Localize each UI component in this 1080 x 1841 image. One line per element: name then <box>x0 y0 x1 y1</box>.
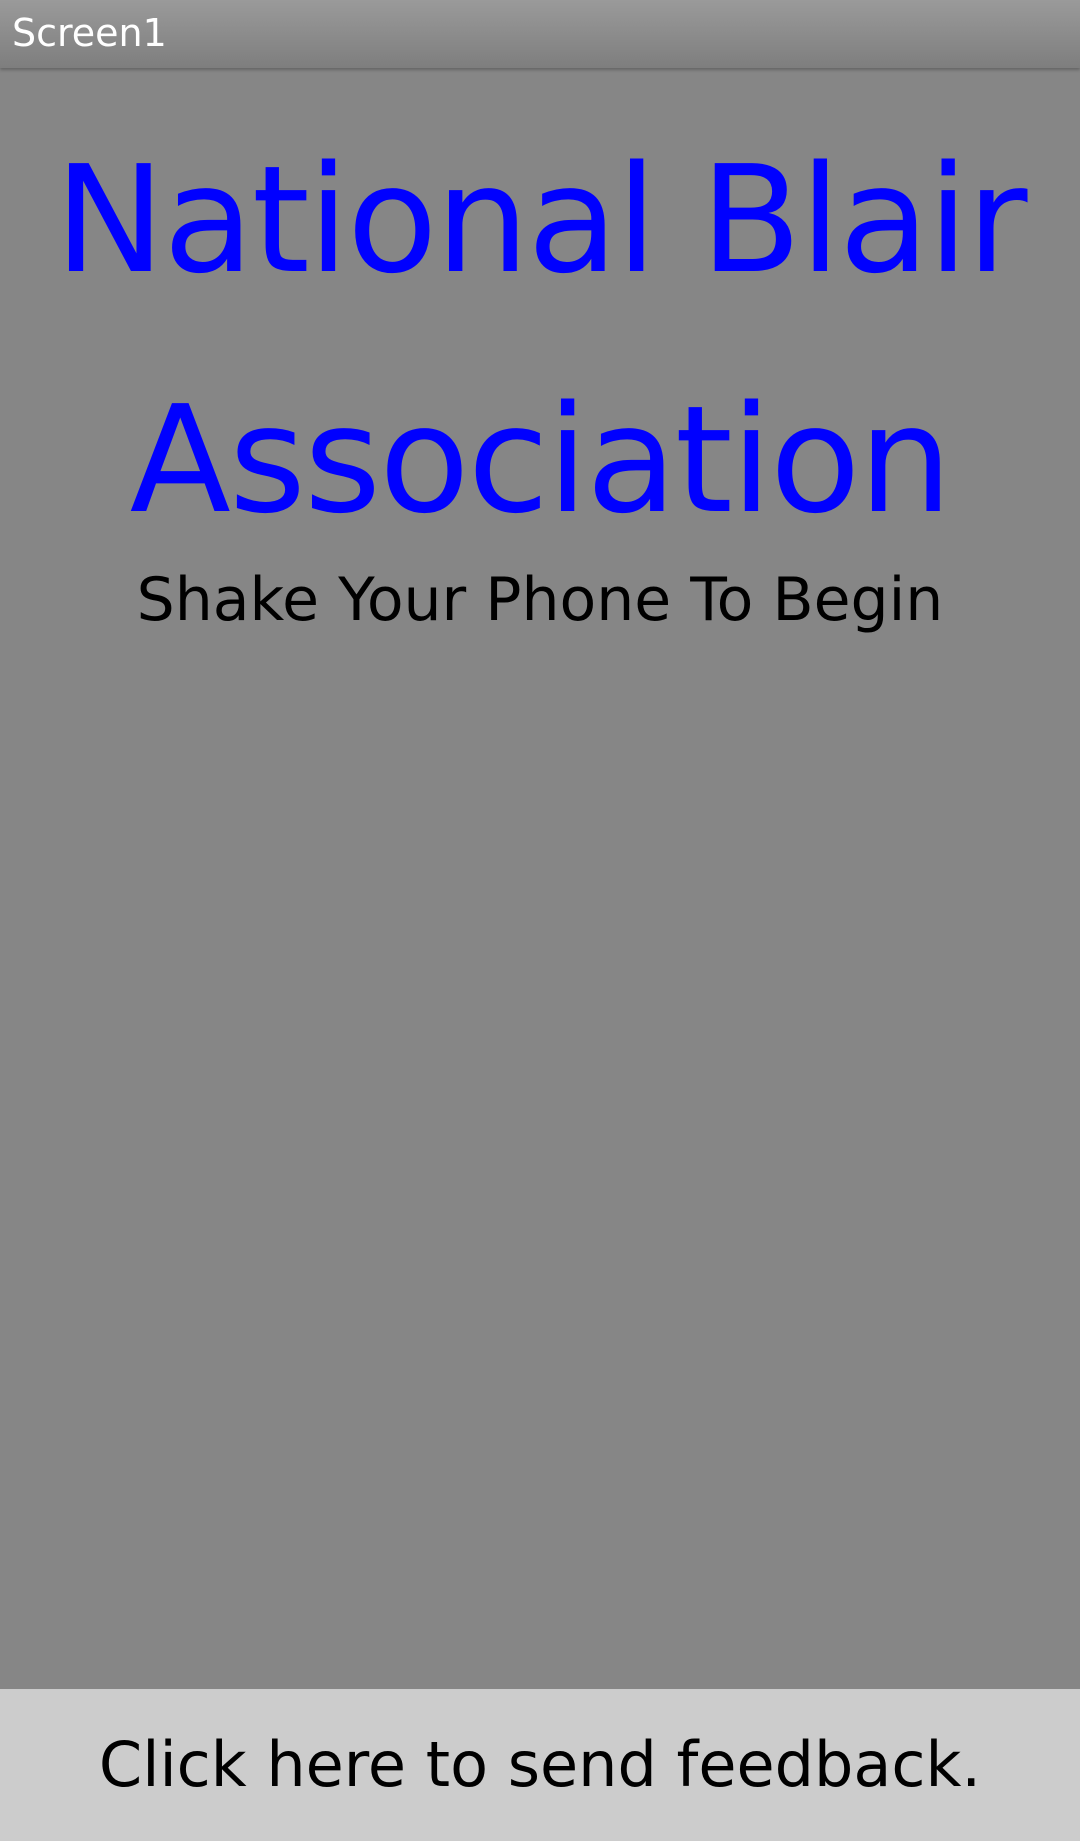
title-bar: Screen1 <box>0 0 1080 68</box>
instruction-text: Shake Your Phone To Begin <box>136 565 944 635</box>
app-heading: National Blair Association <box>54 134 1027 546</box>
send-feedback-label: Click here to send feedback. <box>98 1728 982 1801</box>
send-feedback-button[interactable]: Click here to send feedback. <box>0 1689 1080 1841</box>
screen-title: Screen1 <box>12 11 167 55</box>
